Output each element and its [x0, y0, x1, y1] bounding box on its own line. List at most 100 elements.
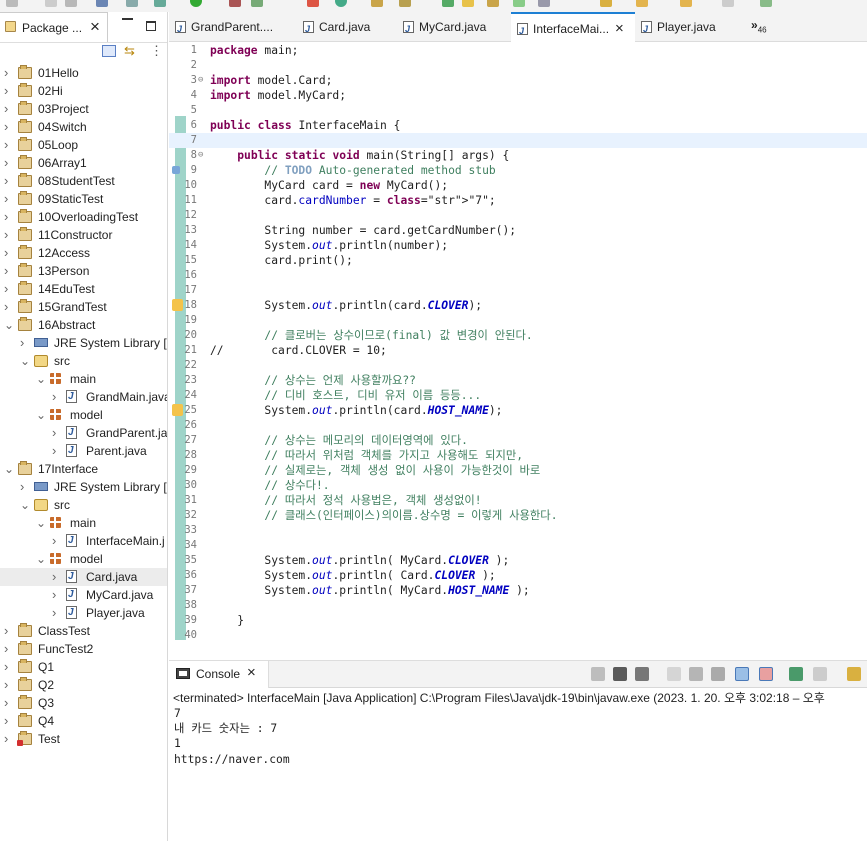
new-class-icon[interactable] — [335, 0, 347, 7]
remove-all-terminated-icon[interactable] — [635, 667, 649, 681]
chevron-right-icon[interactable]: › — [4, 118, 14, 136]
scroll-lock-icon[interactable] — [689, 667, 703, 681]
code-line[interactable]: 37 System.out.println( MyCard.HOST_NAME … — [169, 583, 867, 598]
close-icon[interactable]: × — [90, 17, 100, 37]
terminal-icon[interactable] — [96, 0, 108, 7]
project-item[interactable]: › Q4 — [0, 712, 167, 730]
chevron-down-icon[interactable]: ⌄ — [36, 514, 46, 532]
chevron-right-icon[interactable]: › — [4, 154, 14, 172]
code-line[interactable]: 6 public class InterfaceMain { — [169, 118, 867, 133]
code-line[interactable]: 19 — [169, 313, 867, 328]
jre-library-item[interactable]: › JRE System Library [J — [0, 478, 167, 496]
code-line[interactable]: 15 card.print(); — [169, 253, 867, 268]
code-line[interactable]: 16 — [169, 268, 867, 283]
project-item[interactable]: ⌄ 17Interface — [0, 460, 167, 478]
java-file-item[interactable]: › Player.java — [0, 604, 167, 622]
code-line[interactable]: 5 — [169, 103, 867, 118]
close-icon[interactable]: × — [247, 664, 256, 681]
project-item[interactable]: › 15GrandTest — [0, 298, 167, 316]
new-icon[interactable] — [6, 0, 18, 7]
project-item[interactable]: › 03Project — [0, 100, 167, 118]
chevron-right-icon[interactable]: › — [4, 172, 14, 190]
maximize-icon[interactable] — [146, 21, 156, 31]
src-folder-item[interactable]: ⌄ src — [0, 352, 167, 370]
chevron-right-icon[interactable]: › — [4, 640, 14, 658]
editor-tab[interactable]: Card.java — [297, 12, 397, 44]
code-editor[interactable]: 1 package main; 2 3 ⊖ import model.Card; 4 impo… — [169, 42, 867, 660]
java-file-item[interactable]: › InterfaceMain.j — [0, 532, 167, 550]
project-item[interactable]: › 05Loop — [0, 136, 167, 154]
code-line[interactable]: 1 package main; — [169, 43, 867, 58]
code-line[interactable]: 17 — [169, 283, 867, 298]
chevron-right-icon[interactable]: › — [4, 262, 14, 280]
save-all-icon[interactable] — [65, 0, 77, 7]
run-icon[interactable] — [190, 0, 202, 7]
show-console-on-output-icon[interactable] — [735, 667, 749, 681]
chevron-right-icon[interactable]: › — [52, 442, 62, 460]
chevron-right-icon[interactable]: › — [4, 190, 14, 208]
code-line[interactable]: 21 // card.CLOVER = 10; — [169, 343, 867, 358]
chevron-right-icon[interactable]: › — [52, 568, 62, 586]
code-line[interactable]: 8 ⊖ public static void main(String[] args… — [169, 148, 867, 163]
chevron-right-icon[interactable]: › — [4, 694, 14, 712]
search-icon[interactable] — [126, 0, 138, 7]
project-item[interactable]: › 01Hello — [0, 64, 167, 82]
pin-icon[interactable] — [538, 0, 550, 7]
pin-console-icon[interactable] — [789, 667, 803, 681]
close-icon[interactable]: × — [615, 14, 624, 44]
chevron-right-icon[interactable]: › — [52, 532, 62, 550]
chevron-right-icon[interactable]: › — [4, 280, 14, 298]
editor-tab[interactable]: Player.java — [635, 12, 737, 44]
chevron-down-icon[interactable]: ⌄ — [4, 316, 14, 334]
package-item[interactable]: ⌄ model — [0, 406, 167, 424]
debug-icon[interactable] — [154, 0, 166, 7]
code-line[interactable]: 38 — [169, 598, 867, 613]
java-file-item[interactable]: › GrandParent.jav — [0, 424, 167, 442]
warning-marker-icon[interactable] — [172, 299, 183, 311]
project-item[interactable]: › 08StudentTest — [0, 172, 167, 190]
code-line[interactable]: 29 // 실제로는, 객체 생성 없이 사용이 가능한것이 바로 — [169, 463, 867, 478]
code-line[interactable]: 33 — [169, 523, 867, 538]
package-item[interactable]: ⌄ model — [0, 550, 167, 568]
next-edit-icon[interactable] — [600, 0, 612, 7]
chevron-right-icon[interactable]: › — [4, 676, 14, 694]
code-line[interactable]: 40 — [169, 628, 867, 643]
chevron-down-icon[interactable]: ⌄ — [20, 352, 30, 370]
clear-console-icon[interactable] — [667, 667, 681, 681]
collapse-all-icon[interactable] — [102, 45, 116, 57]
chevron-right-icon[interactable]: › — [20, 478, 30, 496]
code-line[interactable]: 24 // 디비 호스트, 디비 유저 이름 등등... — [169, 388, 867, 403]
code-line[interactable]: 36 System.out.println( Card.CLOVER ); — [169, 568, 867, 583]
last-edit-icon[interactable] — [722, 0, 734, 7]
project-item[interactable]: › Test — [0, 730, 167, 748]
code-line[interactable]: 39 } — [169, 613, 867, 628]
fold-icon[interactable]: ⊖ — [198, 148, 203, 163]
save-icon[interactable] — [45, 0, 57, 7]
chevron-right-icon[interactable]: › — [4, 730, 14, 748]
show-console-on-error-icon[interactable] — [759, 667, 773, 681]
code-line[interactable]: 12 — [169, 208, 867, 223]
block-selection-icon[interactable] — [487, 0, 499, 7]
java-file-item[interactable]: › Parent.java — [0, 442, 167, 460]
java-file-item[interactable]: › Card.java — [0, 568, 167, 586]
new-java-project-icon[interactable] — [307, 0, 319, 7]
link-with-editor-icon[interactable]: ⇆ — [124, 44, 138, 58]
external-tools-icon[interactable] — [251, 0, 263, 7]
open-task-icon[interactable] — [399, 0, 411, 7]
project-item[interactable]: ⌄ 16Abstract — [0, 316, 167, 334]
next-annotation-icon[interactable] — [442, 0, 454, 7]
project-item[interactable]: › Q3 — [0, 694, 167, 712]
chevron-right-icon[interactable]: › — [52, 388, 62, 406]
chevron-right-icon[interactable]: › — [4, 100, 14, 118]
terminate-icon[interactable] — [591, 667, 605, 681]
chevron-right-icon[interactable]: › — [52, 586, 62, 604]
project-item[interactable]: › 13Person — [0, 262, 167, 280]
code-line[interactable]: 18 System.out.println(card.CLOVER); — [169, 298, 867, 313]
project-item[interactable]: › 06Array1 — [0, 154, 167, 172]
code-line[interactable]: 23 // 상수는 언제 사용할까요?? — [169, 373, 867, 388]
chevron-right-icon[interactable]: › — [4, 298, 14, 316]
editor-tab[interactable]: GrandParent.... — [169, 12, 297, 44]
package-item[interactable]: ⌄ main — [0, 370, 167, 388]
chevron-right-icon[interactable]: › — [52, 424, 62, 442]
chevron-right-icon[interactable]: › — [4, 64, 14, 82]
